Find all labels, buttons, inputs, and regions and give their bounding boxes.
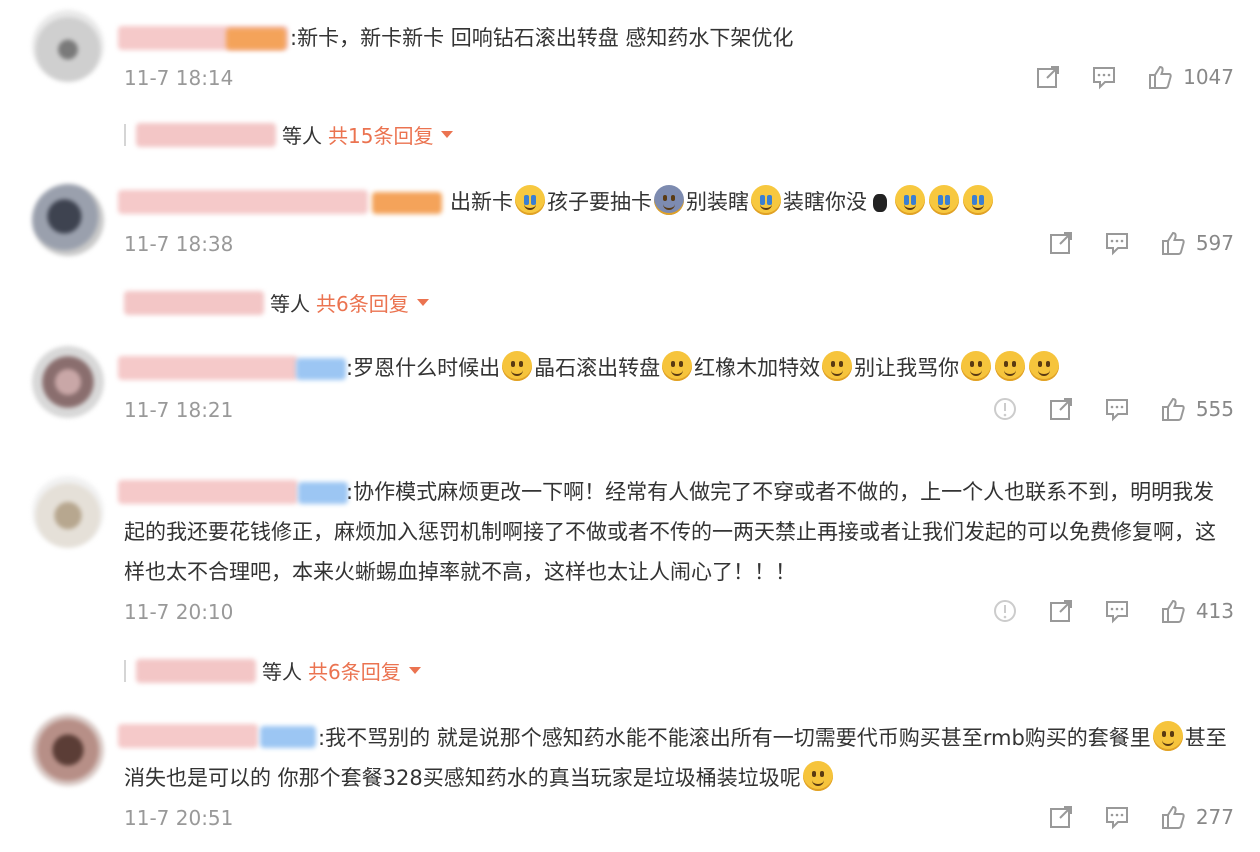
badge-blurred	[296, 358, 346, 380]
username-blurred[interactable]	[118, 356, 298, 380]
reply-count-link[interactable]: 共6条回复	[316, 288, 409, 317]
like-count: 413	[1195, 599, 1234, 623]
smile-emoji-icon	[802, 761, 833, 791]
badge-blurred	[372, 192, 442, 214]
smile-emoji-icon	[961, 351, 992, 381]
reply-count-link[interactable]: 共6条回复	[308, 656, 401, 685]
reply-summary[interactable]: 等人 共6条回复	[124, 288, 429, 317]
comment-actions: 555	[992, 396, 1234, 422]
share-icon[interactable]	[1048, 804, 1074, 830]
smile-emoji-icon	[822, 351, 853, 381]
smile-emoji-icon	[662, 351, 693, 381]
like-count: 1047	[1183, 65, 1234, 89]
comment-actions: 1047	[1035, 64, 1234, 90]
comment-icon[interactable]	[1104, 598, 1130, 624]
caret-down-icon[interactable]	[441, 131, 454, 138]
like-count: 277	[1195, 805, 1234, 829]
reply-who: 等人	[282, 124, 322, 148]
like-button[interactable]: 413	[1160, 598, 1234, 624]
report-icon[interactable]	[992, 396, 1018, 422]
comment-text: 出新卡 孩子要抽卡 别装瞎 装瞎你没	[450, 182, 1234, 222]
comment-icon[interactable]	[1091, 64, 1117, 90]
like-button[interactable]: 1047	[1147, 64, 1234, 90]
comment-time: 11-7 18:38	[124, 232, 234, 256]
smile-emoji-icon	[995, 351, 1026, 381]
crying-emoji-icon	[895, 185, 925, 215]
caret-down-icon[interactable]	[416, 299, 429, 306]
comment-actions: 277	[1048, 804, 1234, 830]
comment-time: 11-7 20:51	[124, 806, 234, 830]
thumbs-up-icon	[1160, 230, 1186, 256]
reply-who: 等人	[262, 660, 302, 684]
comment-icon[interactable]	[1104, 804, 1130, 830]
smile-emoji-icon	[502, 351, 533, 381]
reply-users-blurred	[136, 122, 276, 147]
comment-time: 11-7 18:21	[124, 398, 234, 422]
shocked-emoji-icon	[654, 185, 684, 215]
comment-time: 11-7 20:10	[124, 600, 234, 624]
thumbs-up-icon	[1160, 804, 1186, 830]
thumbs-up-icon	[1160, 598, 1186, 624]
avatar[interactable]	[32, 476, 104, 548]
share-icon[interactable]	[1048, 230, 1074, 256]
thumbs-up-icon	[1160, 396, 1186, 422]
comment-actions: 413	[992, 598, 1234, 624]
crying-emoji-icon	[515, 185, 545, 215]
comment-text: :协作模式麻烦更改一下啊！经常有人做完了不穿或者不做的，上一个人也联系不到，明明…	[124, 480, 1216, 584]
divider	[124, 659, 126, 682]
comment-text: :我不骂别的 就是说那个感知药水能不能滚出所有一切需要代币购买甚至rmb购买的套…	[124, 718, 1234, 798]
share-icon[interactable]	[1048, 598, 1074, 624]
reply-summary[interactable]: 等人 共6条回复	[124, 656, 421, 685]
report-icon[interactable]	[992, 598, 1018, 624]
crying-emoji-icon	[751, 185, 781, 215]
avatar[interactable]	[32, 346, 104, 418]
avatar[interactable]	[32, 714, 104, 786]
like-button[interactable]: 555	[1160, 396, 1234, 422]
comment-text: :新卡，新卡新卡 回响钻石滚出转盘 感知药水下架优化	[290, 26, 794, 50]
smile-emoji-icon	[1029, 351, 1060, 381]
reply-users-blurred	[136, 658, 256, 683]
like-button[interactable]: 597	[1160, 230, 1234, 256]
bug-icon	[873, 194, 887, 212]
smile-emoji-icon	[1152, 721, 1183, 751]
reply-who: 等人	[270, 292, 310, 316]
comment-time: 11-7 18:14	[124, 66, 234, 90]
like-count: 555	[1195, 397, 1234, 421]
comment-text: :罗恩什么时候出 晶石滚出转盘 红橡木加特效 别让我骂你	[346, 348, 1234, 388]
crying-emoji-icon	[963, 185, 993, 215]
reply-count-link[interactable]: 共15条回复	[328, 120, 433, 149]
like-count: 597	[1195, 231, 1234, 255]
reply-users-blurred	[124, 290, 264, 315]
like-button[interactable]: 277	[1160, 804, 1234, 830]
share-icon[interactable]	[1048, 396, 1074, 422]
badge-blurred	[226, 28, 286, 50]
divider	[124, 123, 126, 146]
avatar[interactable]	[32, 10, 104, 82]
comment-icon[interactable]	[1104, 396, 1130, 422]
username-blurred[interactable]	[118, 190, 368, 214]
crying-emoji-icon	[929, 185, 959, 215]
caret-down-icon[interactable]	[408, 667, 421, 674]
share-icon[interactable]	[1035, 64, 1061, 90]
thumbs-up-icon	[1147, 64, 1173, 90]
comment-icon[interactable]	[1104, 230, 1130, 256]
reply-summary[interactable]: 等人 共15条回复	[124, 120, 454, 149]
avatar[interactable]	[32, 184, 104, 256]
comment-actions: 597	[1048, 230, 1234, 256]
